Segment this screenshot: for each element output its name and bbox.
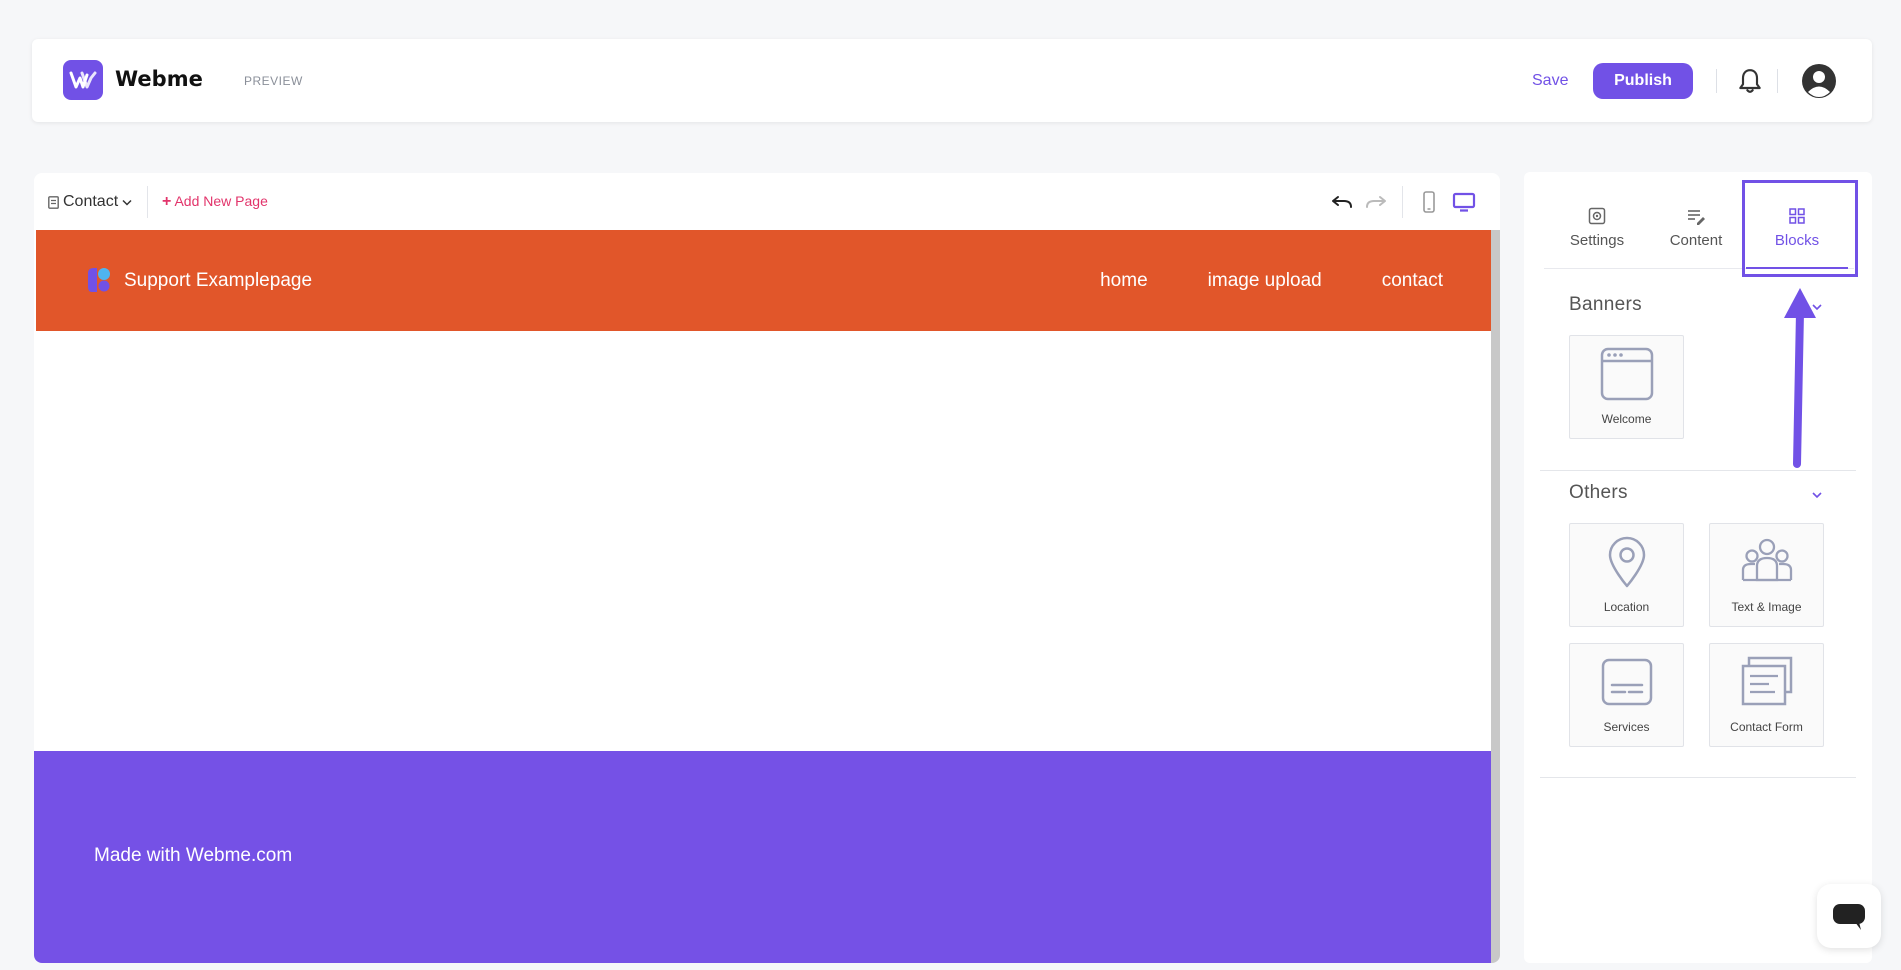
- current-page-label: Contact: [63, 193, 119, 210]
- section-divider: [1540, 777, 1856, 778]
- gear-icon: [1588, 207, 1606, 225]
- top-bar: Webme PREVIEW Save Publish: [32, 39, 1872, 122]
- site-nav-home[interactable]: home: [1100, 270, 1148, 292]
- chat-widget-button[interactable]: [1817, 884, 1881, 948]
- chevron-down-icon[interactable]: [1810, 488, 1824, 502]
- mobile-view-icon[interactable]: [1417, 190, 1441, 214]
- block-services-label: Services: [1603, 720, 1650, 734]
- block-text-image-label: Text & Image: [1731, 600, 1802, 614]
- tab-settings-label: Settings: [1569, 232, 1625, 249]
- toolbar-divider: [1402, 186, 1403, 218]
- block-contact-form[interactable]: Contact Form: [1709, 643, 1824, 747]
- block-services[interactable]: Services: [1569, 643, 1684, 747]
- webme-logo-icon[interactable]: [63, 60, 103, 100]
- site-header: Support Examplepage home image upload co…: [36, 230, 1491, 331]
- section-banners-title[interactable]: Banners: [1569, 294, 1642, 316]
- site-footer: Made with Webme.com: [34, 751, 1491, 963]
- user-circle-icon[interactable]: [1801, 63, 1837, 99]
- site-nav-contact[interactable]: contact: [1382, 270, 1443, 292]
- brand-name: Webme: [115, 67, 203, 91]
- publish-button[interactable]: Publish: [1593, 63, 1693, 99]
- tab-content[interactable]: Content: [1651, 206, 1741, 249]
- footer-text: Made with Webme.com: [94, 845, 293, 866]
- add-new-page-label: Add New Page: [174, 193, 268, 209]
- divider: [1716, 69, 1717, 93]
- tab-blocks[interactable]: Blocks: [1752, 206, 1842, 249]
- bell-icon[interactable]: [1737, 67, 1763, 95]
- block-text-image[interactable]: Text & Image: [1709, 523, 1824, 627]
- edit-list-icon: [1688, 210, 1705, 225]
- canvas-scrollbar[interactable]: [1491, 230, 1500, 963]
- page-selector[interactable]: Contact: [48, 191, 132, 213]
- block-contact-form-label: Contact Form: [1730, 720, 1803, 734]
- page-icon: [48, 195, 59, 209]
- browser-window-icon: [1600, 347, 1653, 401]
- block-location[interactable]: Location: [1569, 523, 1684, 627]
- site-preview-canvas[interactable]: Support Examplepage home image upload co…: [34, 230, 1491, 963]
- grid-icon: [1789, 208, 1805, 224]
- block-welcome[interactable]: Welcome: [1569, 335, 1684, 439]
- site-nav: home image upload contact: [1100, 270, 1443, 292]
- page-editor: Contact + Add New Page Support Examplepa…: [34, 173, 1500, 963]
- chevron-down-icon: [122, 199, 132, 206]
- plus-icon: +: [162, 193, 172, 210]
- chat-bubble-icon: [1833, 904, 1865, 930]
- redo-icon[interactable]: [1364, 190, 1388, 214]
- people-group-icon: [1741, 538, 1792, 582]
- active-tab-indicator: [1746, 267, 1848, 269]
- editor-toolbar: Contact + Add New Page: [34, 173, 1500, 230]
- block-location-label: Location: [1603, 600, 1650, 614]
- save-button[interactable]: Save: [1532, 72, 1568, 90]
- divider: [1777, 69, 1778, 93]
- caption-card-icon: [1601, 658, 1652, 706]
- tab-content-label: Content: [1669, 232, 1723, 249]
- section-others-title[interactable]: Others: [1569, 482, 1628, 504]
- site-name: Support Examplepage: [124, 270, 313, 291]
- preview-link[interactable]: PREVIEW: [244, 74, 303, 88]
- undo-icon[interactable]: [1330, 190, 1354, 214]
- annotation-arrow-icon: [1784, 288, 1816, 468]
- block-welcome-label: Welcome: [1601, 412, 1652, 426]
- site-logo-icon[interactable]: [84, 265, 114, 295]
- map-pin-icon: [1608, 536, 1645, 588]
- site-nav-image-upload[interactable]: image upload: [1208, 270, 1322, 292]
- form-window-icon: [1741, 656, 1792, 706]
- tab-blocks-label: Blocks: [1774, 232, 1820, 249]
- desktop-view-icon[interactable]: [1452, 190, 1476, 214]
- toolbar-divider: [147, 186, 148, 218]
- add-new-page-button[interactable]: + Add New Page: [162, 193, 268, 211]
- tab-settings[interactable]: Settings: [1552, 206, 1642, 249]
